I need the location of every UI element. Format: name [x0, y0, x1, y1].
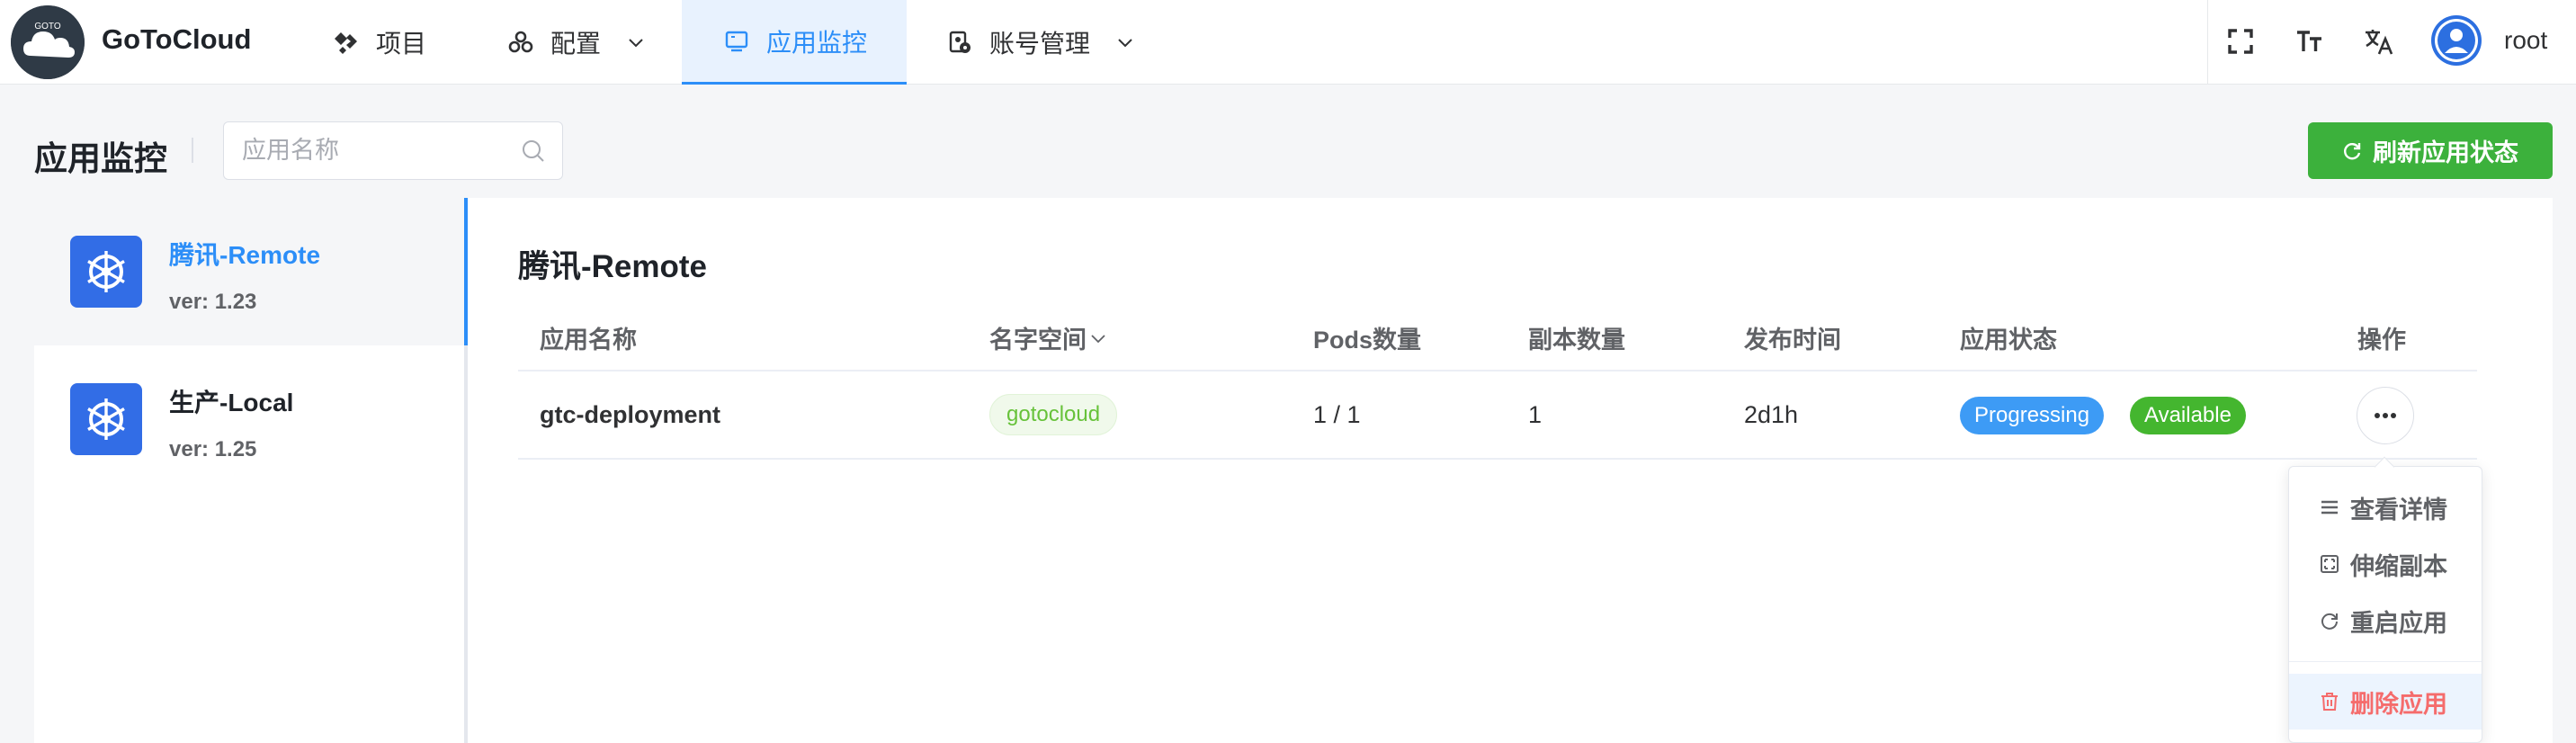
main-panel: [468, 198, 2553, 743]
pods-cell: 1 / 1: [1313, 401, 1361, 428]
search-icon[interactable]: [521, 139, 546, 164]
replicas-cell: 1: [1528, 401, 1543, 428]
column-header-label: 名字空间: [989, 327, 1087, 354]
brand-logo[interactable]: GOTO: [11, 5, 85, 79]
nav-item-label: 应用监控: [766, 28, 868, 57]
nav-item-account[interactable]: 账号管理: [946, 0, 1135, 85]
table-header-divider: [518, 370, 2477, 372]
menu-item-view-details[interactable]: 查看详情: [2289, 479, 2482, 535]
menu-item-label: 删除应用: [2350, 690, 2447, 718]
restart-icon: [2320, 611, 2339, 631]
search-box: [223, 121, 563, 180]
logo-text: GOTO: [34, 22, 60, 31]
scale-icon: [2320, 554, 2339, 574]
page-title: 应用监控: [34, 140, 167, 177]
cluster-title: 腾讯-Remote: [518, 249, 708, 284]
app-name-cell: gtc-deployment: [540, 401, 721, 428]
cluster-version: ver: 1.25: [169, 437, 257, 461]
chevron-down-icon: [626, 32, 646, 52]
column-header-replicas: 副本数量: [1528, 327, 1625, 354]
menu-divider: [2289, 661, 2482, 662]
namespace-tag: gotocloud: [989, 394, 1118, 435]
cloud-logo-icon: GOTO: [11, 5, 85, 79]
publish-time-cell: 2d1h: [1744, 401, 1799, 428]
chevron-down-icon: [1115, 32, 1135, 52]
menu-item-label: 重启应用: [2350, 609, 2447, 637]
nav-item-label: 配置: [550, 30, 602, 58]
refresh-status-button[interactable]: 刷新应用状态: [2308, 122, 2553, 179]
fullscreen-icon[interactable]: [2223, 24, 2258, 58]
cluster-name: 腾讯-Remote: [169, 241, 321, 269]
delete-icon: [2320, 692, 2339, 712]
translate-icon[interactable]: [2362, 24, 2396, 58]
status-badge-available: Available: [2130, 397, 2246, 434]
nav-item-label: 账号管理: [989, 30, 1091, 58]
search-input[interactable]: [242, 122, 512, 178]
column-header-actions: 操作: [2357, 327, 2406, 354]
menu-item-label: 查看详情: [2350, 496, 2447, 524]
column-header-namespace[interactable]: 名字空间: [989, 320, 1108, 355]
brand-name[interactable]: GoToCloud: [102, 23, 251, 56]
column-header-publish-time: 发布时间: [1744, 327, 1841, 354]
kubernetes-icon: [70, 383, 142, 455]
menu-item-label: 伸缩副本: [2350, 552, 2447, 580]
column-header-status: 应用状态: [1960, 327, 2057, 354]
cluster-version: ver: 1.23: [169, 290, 257, 314]
list-icon: [2320, 497, 2339, 517]
table-row-divider: [518, 458, 2477, 460]
menu-item-delete-app[interactable]: 删除应用: [2289, 674, 2482, 730]
menu-item-scale-replicas[interactable]: 伸缩副本: [2289, 536, 2482, 592]
refresh-status-label: 刷新应用状态: [2373, 139, 2518, 166]
font-size-icon[interactable]: [2293, 24, 2327, 58]
account-icon: [946, 29, 973, 56]
nav-item-app-monitor[interactable]: 应用监控: [682, 0, 907, 85]
cluster-item[interactable]: 生产-Local ver: 1.25: [34, 345, 464, 493]
more-actions-button[interactable]: [2357, 387, 2414, 444]
cluster-item[interactable]: 腾讯-Remote ver: 1.23: [34, 198, 464, 345]
project-icon: [333, 29, 360, 56]
column-header-pods: Pods数量: [1313, 327, 1422, 354]
more-icon: [2374, 407, 2397, 424]
avatar[interactable]: [2431, 15, 2482, 66]
column-header-app-name: 应用名称: [540, 327, 637, 354]
username[interactable]: root: [2504, 26, 2547, 55]
menu-item-restart-app[interactable]: 重启应用: [2289, 593, 2482, 649]
config-icon: [507, 29, 534, 56]
status-badge-progressing: Progressing: [1960, 397, 2105, 434]
kubernetes-icon: [70, 236, 142, 308]
cluster-name: 生产-Local: [169, 389, 294, 416]
chevron-down-icon: [1088, 328, 1108, 348]
nav-item-project[interactable]: 项目: [333, 0, 426, 85]
actions-dropdown-menu: 查看详情 伸缩副本 重启应用 删除应用: [2288, 466, 2482, 743]
toolbar-divider: [2207, 0, 2208, 85]
cluster-list: 腾讯-Remote ver: 1.23 生产-Local ver: 1.25: [34, 198, 464, 743]
top-navigation-bar: GOTO GoToCloud 项目 配置 应用监控 账号管理 root: [0, 0, 2576, 85]
refresh-icon: [2342, 141, 2362, 161]
monitor-icon: [723, 28, 750, 55]
nav-item-config[interactable]: 配置: [507, 0, 646, 85]
nav-item-label: 项目: [376, 30, 427, 58]
title-divider: [192, 138, 193, 163]
